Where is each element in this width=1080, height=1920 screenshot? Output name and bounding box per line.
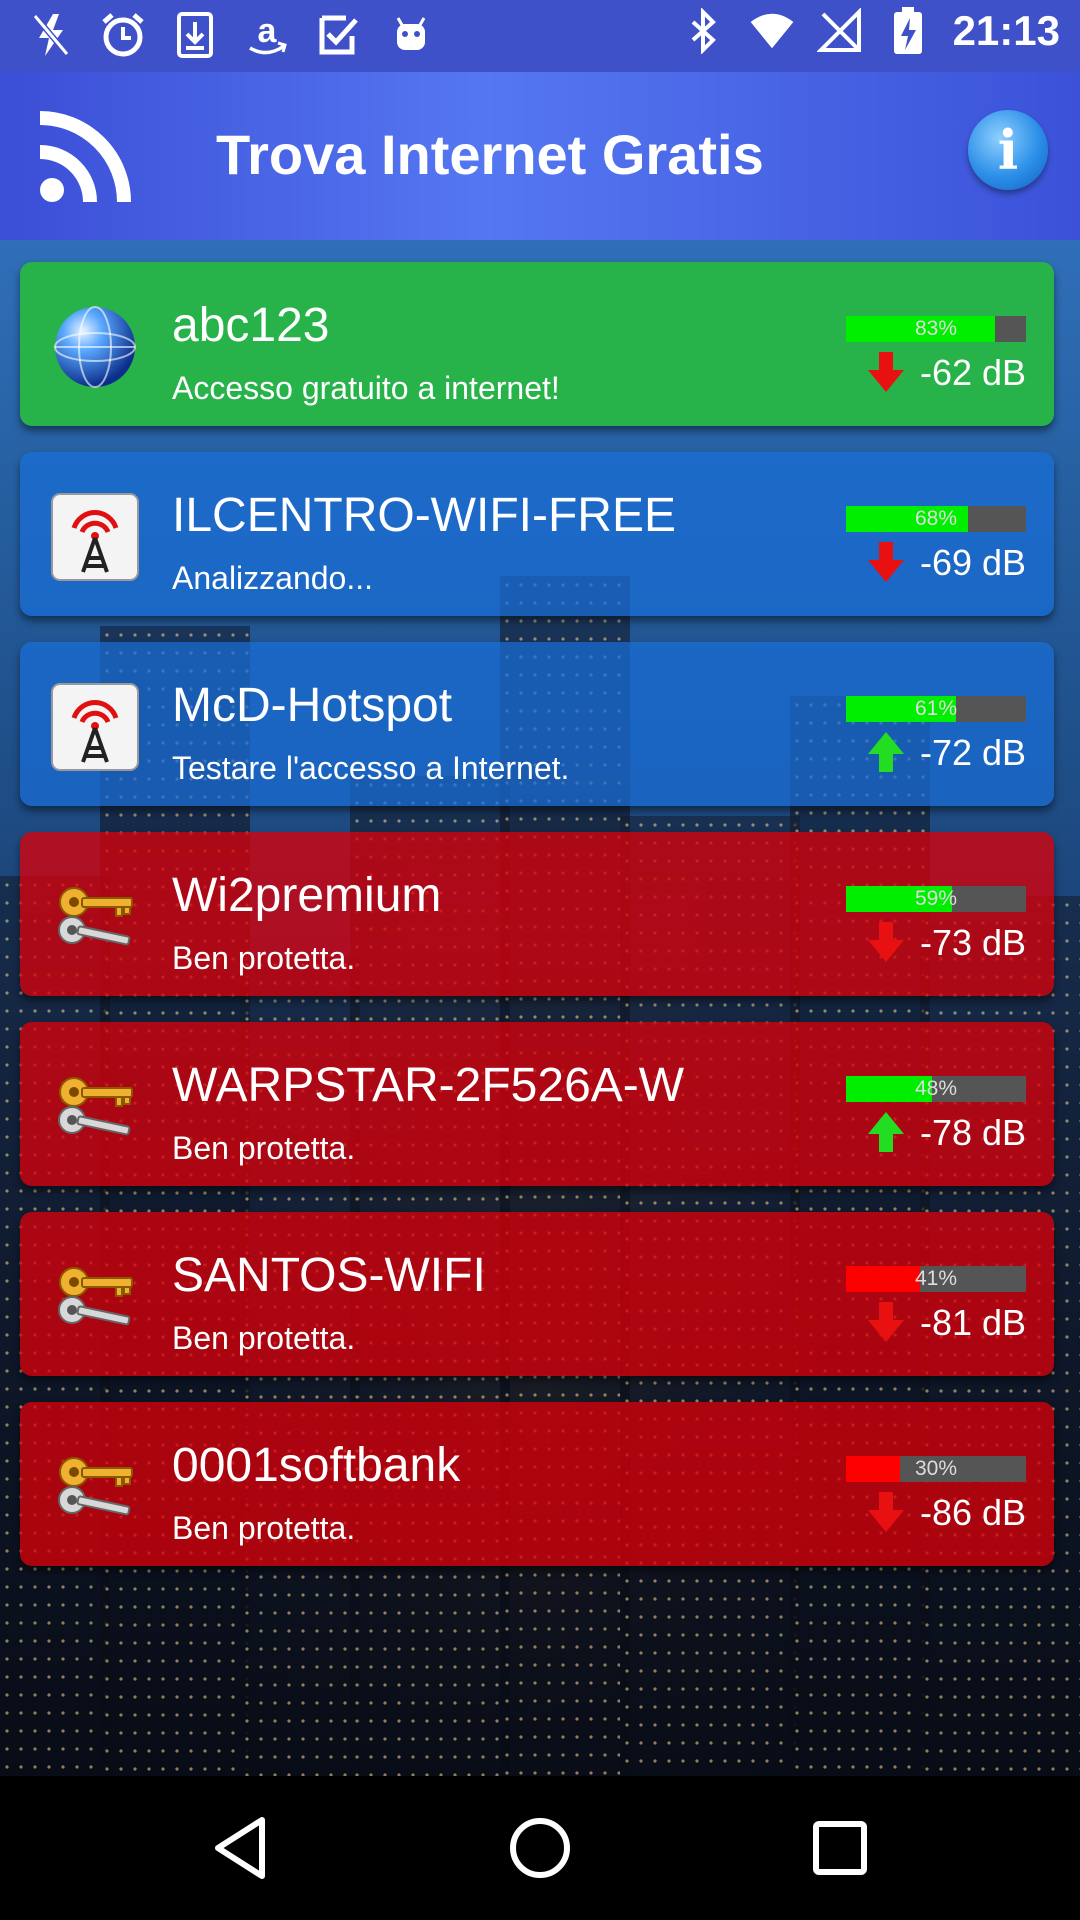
signal-percent: 83% <box>914 317 958 340</box>
network-status: Ben protetta. <box>172 1320 356 1356</box>
network-ssid: WARPSTAR-2F526A-W <box>172 1059 685 1112</box>
signal-strength-bar: 30% <box>846 1456 1026 1482</box>
network-list: abc123 Accesso gratuito a internet! 83% -62… <box>20 262 1054 1592</box>
svg-text:a: a <box>258 12 278 50</box>
network-status: Accesso gratuito a internet! <box>172 370 560 406</box>
signal-off-icon <box>816 6 863 56</box>
checkbox-icon <box>316 10 362 60</box>
keys-icon <box>50 1442 140 1532</box>
info-icon[interactable]: i <box>968 110 1048 190</box>
network-status: Ben protetta. <box>172 1130 356 1166</box>
antenna-tower-icon <box>50 682 140 772</box>
network-status: Testare l'accesso a Internet. <box>172 750 570 786</box>
signal-db: -86 dB <box>920 1492 1027 1533</box>
signal-percent: 30% <box>914 1457 958 1480</box>
home-icon[interactable] <box>504 1812 576 1884</box>
status-bar: a 21:13 <box>0 0 1080 72</box>
signal-db: -73 dB <box>920 922 1027 963</box>
alarm-icon <box>100 10 146 60</box>
arrow-down-icon <box>866 920 906 964</box>
arrow-up-icon <box>866 730 906 774</box>
download-icon <box>172 10 218 60</box>
network-card[interactable]: ILCENTRO-WIFI-FREE Analizzando... 68% -69 d… <box>20 452 1054 616</box>
network-card[interactable]: abc123 Accesso gratuito a internet! 83% -62… <box>20 262 1054 426</box>
bluetooth-icon <box>681 6 727 56</box>
signal-db: -78 dB <box>920 1112 1027 1153</box>
signal-percent: 61% <box>914 697 958 720</box>
clock: 21:13 <box>952 7 1060 54</box>
battery-charging-icon <box>885 6 931 56</box>
globe-icon <box>50 302 140 392</box>
signal-percent: 68% <box>914 507 958 530</box>
app-title: Trova Internet Gratis <box>216 123 764 186</box>
rss-icon[interactable] <box>34 108 134 208</box>
network-card[interactable]: McD-Hotspot Testare l'accesso a Internet.… <box>20 642 1054 806</box>
network-ssid: 0001softbank <box>172 1439 461 1492</box>
network-card[interactable]: Wi2premium Ben protetta. 59% -73 dB <box>20 832 1054 996</box>
network-ssid: SANTOS-WIFI <box>172 1249 486 1302</box>
signal-strength-bar: 41% <box>846 1266 1026 1292</box>
network-status: Analizzando... <box>172 560 374 596</box>
keys-icon <box>50 872 140 962</box>
recents-icon[interactable] <box>804 1812 876 1884</box>
signal-db: -81 dB <box>920 1302 1027 1343</box>
keys-icon <box>50 1252 140 1342</box>
network-card[interactable]: WARPSTAR-2F526A-W Ben protetta. 48% -78 dB <box>20 1022 1054 1186</box>
signal-percent: 48% <box>914 1077 958 1100</box>
arrow-up-icon <box>866 1110 906 1154</box>
antenna-tower-icon <box>50 492 140 582</box>
network-ssid: McD-Hotspot <box>172 679 453 732</box>
navigation-bar <box>0 1776 1080 1920</box>
arrow-down-icon <box>866 540 906 584</box>
network-status: Ben protetta. <box>172 940 356 976</box>
signal-percent: 41% <box>914 1267 958 1290</box>
keys-icon <box>50 1062 140 1152</box>
back-icon[interactable] <box>206 1812 278 1884</box>
network-ssid: abc123 <box>172 299 330 352</box>
flash-off-icon <box>28 10 74 60</box>
signal-strength-bar: 83% <box>846 316 1026 342</box>
signal-strength-bar: 68% <box>846 506 1026 532</box>
system-icons: 21:13 <box>681 6 1060 56</box>
android-icon <box>388 10 434 60</box>
app-bar: Trova Internet Gratis i <box>0 72 1080 240</box>
network-card[interactable]: SANTOS-WIFI Ben protetta. 41% -81 dB <box>20 1212 1054 1376</box>
notification-icons: a <box>28 10 434 60</box>
signal-db: -69 dB <box>920 542 1027 583</box>
signal-db: -62 dB <box>920 352 1027 393</box>
signal-strength-bar: 48% <box>846 1076 1026 1102</box>
signal-strength-bar: 59% <box>846 886 1026 912</box>
network-status: Ben protetta. <box>172 1510 356 1546</box>
signal-db: -72 dB <box>920 732 1027 773</box>
arrow-down-icon <box>866 1300 906 1344</box>
amazon-icon: a <box>244 10 290 60</box>
wifi-icon <box>749 6 795 56</box>
signal-strength-bar: 61% <box>846 696 1026 722</box>
arrow-down-icon <box>866 350 906 394</box>
signal-percent: 59% <box>914 887 958 910</box>
network-ssid: Wi2premium <box>172 869 442 922</box>
network-card[interactable]: 0001softbank Ben protetta. 30% -86 dB <box>20 1402 1054 1566</box>
network-ssid: ILCENTRO-WIFI-FREE <box>172 489 676 542</box>
arrow-down-icon <box>866 1490 906 1534</box>
